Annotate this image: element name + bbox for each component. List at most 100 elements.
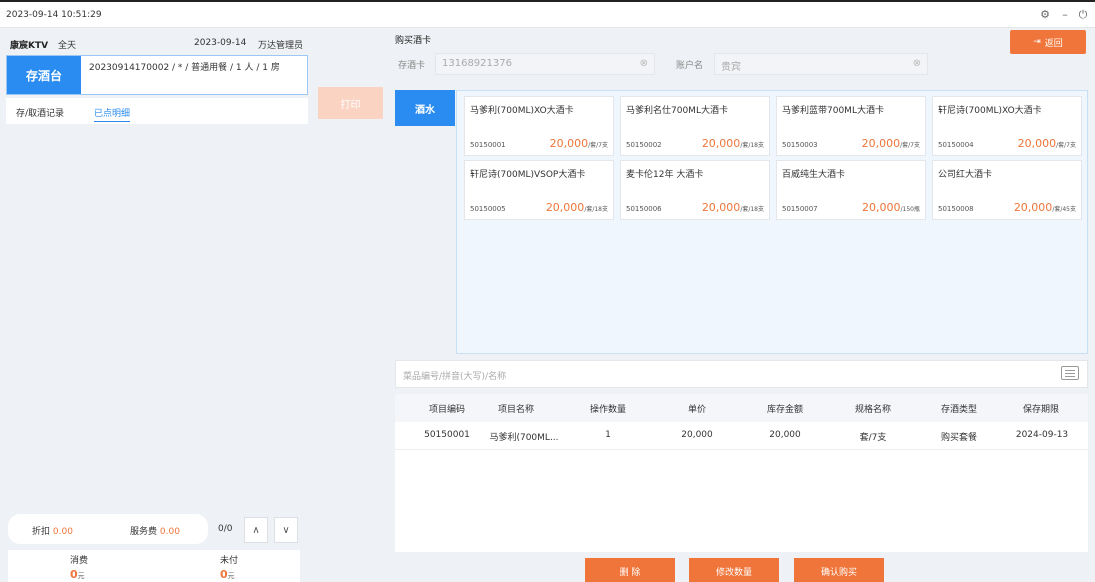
consume-amount: 0元 — [70, 568, 85, 581]
row-cell: 1 — [605, 430, 611, 440]
delete-button[interactable]: 删 除 — [585, 558, 675, 582]
card-no-field[interactable]: 13168921376 ⊗ — [435, 53, 655, 75]
product-code: 50150003 — [782, 141, 818, 149]
product-name: 轩尼诗(700ML)XO大酒卡 — [938, 106, 1042, 116]
tab-ordered-details[interactable]: 已点明细 — [94, 106, 131, 122]
page-ratio: 0/0 — [218, 524, 233, 534]
unpaid-value: 0 — [220, 568, 228, 581]
product-card[interactable]: 马爹利蓝带700ML大酒卡 50150003 20,000/套/7支 — [776, 96, 926, 156]
price-value: 20,000 — [862, 201, 901, 214]
row-cell: 50150001 — [424, 430, 470, 440]
print-button[interactable]: 打印 — [318, 87, 383, 119]
return-icon: ⇥ — [1033, 37, 1041, 47]
operator-name: 万达管理员 — [258, 41, 304, 51]
product-price: 20,000/套/7支 — [550, 137, 608, 150]
row-cell: 20,000 — [681, 430, 713, 440]
account-value: 贵宾 — [721, 62, 741, 73]
time-scope: 全天 — [58, 41, 77, 51]
discount-label: 折扣 — [32, 527, 51, 537]
row-cell: 套/7支 — [859, 433, 887, 443]
account-field[interactable]: 贵宾 ⊗ — [714, 53, 928, 75]
product-card[interactable]: 马爹利名仕700ML大酒卡 50150002 20,000/套/18支 — [620, 96, 770, 156]
service-line: 服务费 0.00 — [130, 524, 180, 537]
order-info: 20230914170002 / * / 普通用餐 / 1 人 / 1 房 — [89, 63, 280, 73]
currency-unit: 元 — [227, 572, 235, 580]
clear-icon[interactable]: ⊗ — [913, 58, 921, 69]
discount-line: 折扣 0.00 — [32, 524, 73, 537]
product-card[interactable]: 轩尼诗(700ML)XO大酒卡 50150004 20,000/套/7支 — [932, 96, 1082, 156]
price-value: 20,000 — [701, 137, 741, 150]
product-card[interactable]: 麦卡伦12年 大酒卡 50150006 20,000/套/18支 — [620, 160, 770, 220]
product-price: 20,000/套/7支 — [862, 137, 920, 150]
product-name: 马爹利名仕700ML大酒卡 — [626, 106, 728, 116]
product-card[interactable]: 马爹利(700ML)XO大酒卡 50150001 20,000/套/7支 — [464, 96, 614, 156]
currency-unit: 元 — [77, 572, 85, 580]
bill-summary: 消费 未付 0元 0元 — [8, 550, 300, 582]
order-card[interactable]: 存酒台 20230914170002 / * / 普通用餐 / 1 人 / 1 … — [6, 55, 308, 95]
product-price: 20,000/套/18支 — [546, 201, 608, 214]
unpaid-amount: 0元 — [220, 568, 235, 581]
price-value: 20,000 — [545, 201, 585, 214]
table-row[interactable]: 50150001 马爹利(700ML... 1 20,000 20,000 套/… — [395, 422, 1088, 450]
price-unit: /套/7支 — [588, 142, 608, 149]
price-unit: /套/18支 — [740, 142, 764, 149]
product-name: 轩尼诗(700ML)VSOP大酒卡 — [470, 170, 586, 180]
row-cell: 2024-09-13 — [1015, 430, 1069, 440]
product-code: 50150006 — [626, 205, 662, 213]
product-name: 公司红大酒卡 — [938, 170, 993, 180]
row-cell: 马爹利(700ML... — [489, 433, 559, 443]
record-tabs: 存/取酒记录 已点明细 — [6, 98, 308, 124]
header-cell: 规格名称 — [854, 405, 891, 415]
unpaid-label: 未付 — [220, 556, 239, 566]
search-placeholder: 菜品编号/拼音(大写)/名称 — [403, 372, 507, 382]
keyboard-icon[interactable] — [1061, 366, 1079, 380]
price-unit: /150瓶 — [900, 206, 920, 213]
tab-deposit-records[interactable]: 存/取酒记录 — [16, 106, 64, 119]
chevron-down-icon[interactable]: ∨ — [274, 517, 298, 543]
price-unit: /套/45支 — [1052, 206, 1076, 213]
product-code: 50150004 — [938, 141, 974, 149]
price-value: 20,000 — [1017, 137, 1057, 150]
confirm-purchase-button[interactable]: 确认购买 — [794, 558, 884, 582]
service-label: 服务费 — [130, 527, 158, 537]
modify-quantity-button[interactable]: 修改数量 — [689, 558, 779, 582]
discount-value: 0.00 — [52, 527, 73, 537]
service-value: 0.00 — [159, 527, 180, 537]
table-header: 项目编码 项目名称 操作数量 单价 库存金额 规格名称 存酒类型 保存期限 — [395, 394, 1088, 422]
minimize-icon[interactable]: – — [1058, 8, 1072, 21]
chevron-up-icon[interactable]: ∧ — [244, 517, 268, 543]
selected-items-table: 项目编码 项目名称 操作数量 单价 库存金额 规格名称 存酒类型 保存期限 50… — [395, 394, 1088, 552]
consume-value: 0 — [70, 568, 78, 581]
category-drinks[interactable]: 酒水 — [395, 90, 455, 126]
row-cell: 20,000 — [769, 430, 801, 440]
search-bar[interactable]: 菜品编号/拼音(大写)/名称 — [395, 360, 1088, 388]
product-code: 50150008 — [938, 205, 974, 213]
product-card[interactable]: 百威纯生大酒卡 50150007 20,000/150瓶 — [776, 160, 926, 220]
business-date: 2023-09-14 — [194, 38, 247, 48]
consume-label: 消费 — [70, 556, 89, 566]
page-title: 购买酒卡 — [395, 36, 432, 46]
product-name: 麦卡伦12年 大酒卡 — [626, 170, 704, 180]
price-unit: /套/7支 — [1056, 142, 1076, 149]
power-icon[interactable]: ⏻ — [1076, 8, 1090, 22]
return-label: 返回 — [1044, 38, 1063, 49]
product-card[interactable]: 公司红大酒卡 50150008 20,000/套/45支 — [932, 160, 1082, 220]
product-name: 百威纯生大酒卡 — [782, 170, 846, 180]
product-code: 50150007 — [782, 205, 818, 213]
product-card[interactable]: 轩尼诗(700ML)VSOP大酒卡 50150005 20,000/套/18支 — [464, 160, 614, 220]
store-name: 康宸KTV — [10, 41, 49, 51]
price-value: 20,000 — [701, 201, 741, 214]
gear-icon[interactable]: ⚙ — [1038, 8, 1052, 21]
price-value: 20,000 — [861, 137, 901, 150]
card-no-value: 13168921376 — [442, 58, 512, 69]
header-cell: 操作数量 — [589, 405, 626, 415]
depot-button[interactable]: 存酒台 — [7, 56, 81, 94]
card-no-label: 存酒卡 — [398, 61, 426, 71]
row-cell: 购买套餐 — [940, 433, 977, 443]
account-label: 账户名 — [676, 61, 704, 71]
product-grid: 马爹利(700ML)XO大酒卡 50150001 20,000/套/7支 马爹利… — [456, 90, 1088, 354]
clear-icon[interactable]: ⊗ — [640, 58, 648, 69]
left-panel: 康宸KTV 全天 2023-09-14 万达管理员 存酒台 2023091417… — [0, 28, 312, 582]
store-header: 康宸KTV 全天 2023-09-14 万达管理员 — [8, 34, 308, 54]
return-button[interactable]: ⇥ 返回 — [1010, 30, 1086, 54]
